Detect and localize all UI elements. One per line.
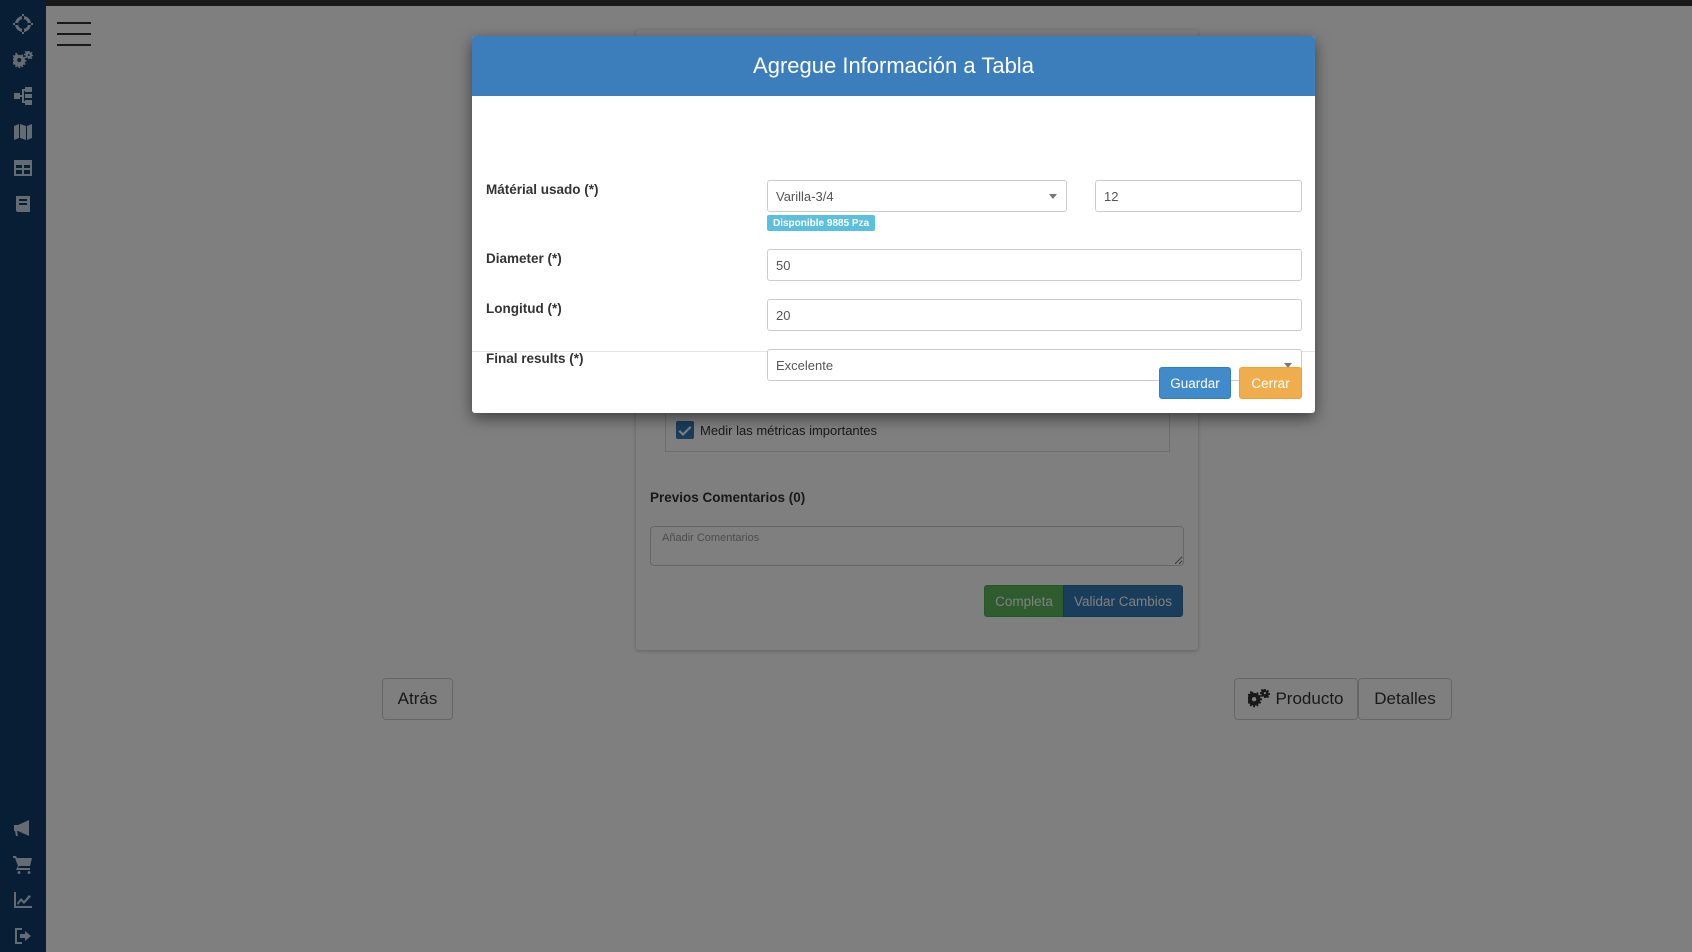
- material-select[interactable]: Varilla-3/4: [767, 180, 1067, 212]
- modal-header: Agregue Información a Tabla: [472, 36, 1315, 96]
- longitud-value: 20: [776, 307, 791, 323]
- diameter-label: Diameter (*): [486, 251, 562, 266]
- guardar-button[interactable]: Guardar: [1159, 367, 1231, 399]
- quantity-value: 12: [1104, 188, 1119, 204]
- diameter-value: 50: [776, 257, 791, 273]
- modal-title: Agregue Información a Tabla: [753, 53, 1034, 78]
- cerrar-button[interactable]: Cerrar: [1239, 367, 1302, 399]
- quantity-input[interactable]: 12: [1095, 180, 1302, 212]
- longitud-label: Longitud (*): [486, 301, 562, 316]
- modal-footer: Guardar Cerrar: [472, 352, 1315, 412]
- add-info-modal: Agregue Información a Tabla Mátérial usa…: [472, 36, 1315, 413]
- diameter-input[interactable]: 50: [767, 249, 1302, 281]
- material-select-value: Varilla-3/4: [776, 188, 834, 204]
- available-badge: Disponible 9885 Pza: [767, 215, 876, 231]
- modal-body: Mátérial usado (*) Varilla-3/4 12 Dispon…: [472, 96, 1315, 381]
- longitud-input[interactable]: 20: [767, 299, 1302, 331]
- material-label: Mátérial usado (*): [486, 182, 599, 197]
- chevron-down-icon: [1049, 194, 1057, 199]
